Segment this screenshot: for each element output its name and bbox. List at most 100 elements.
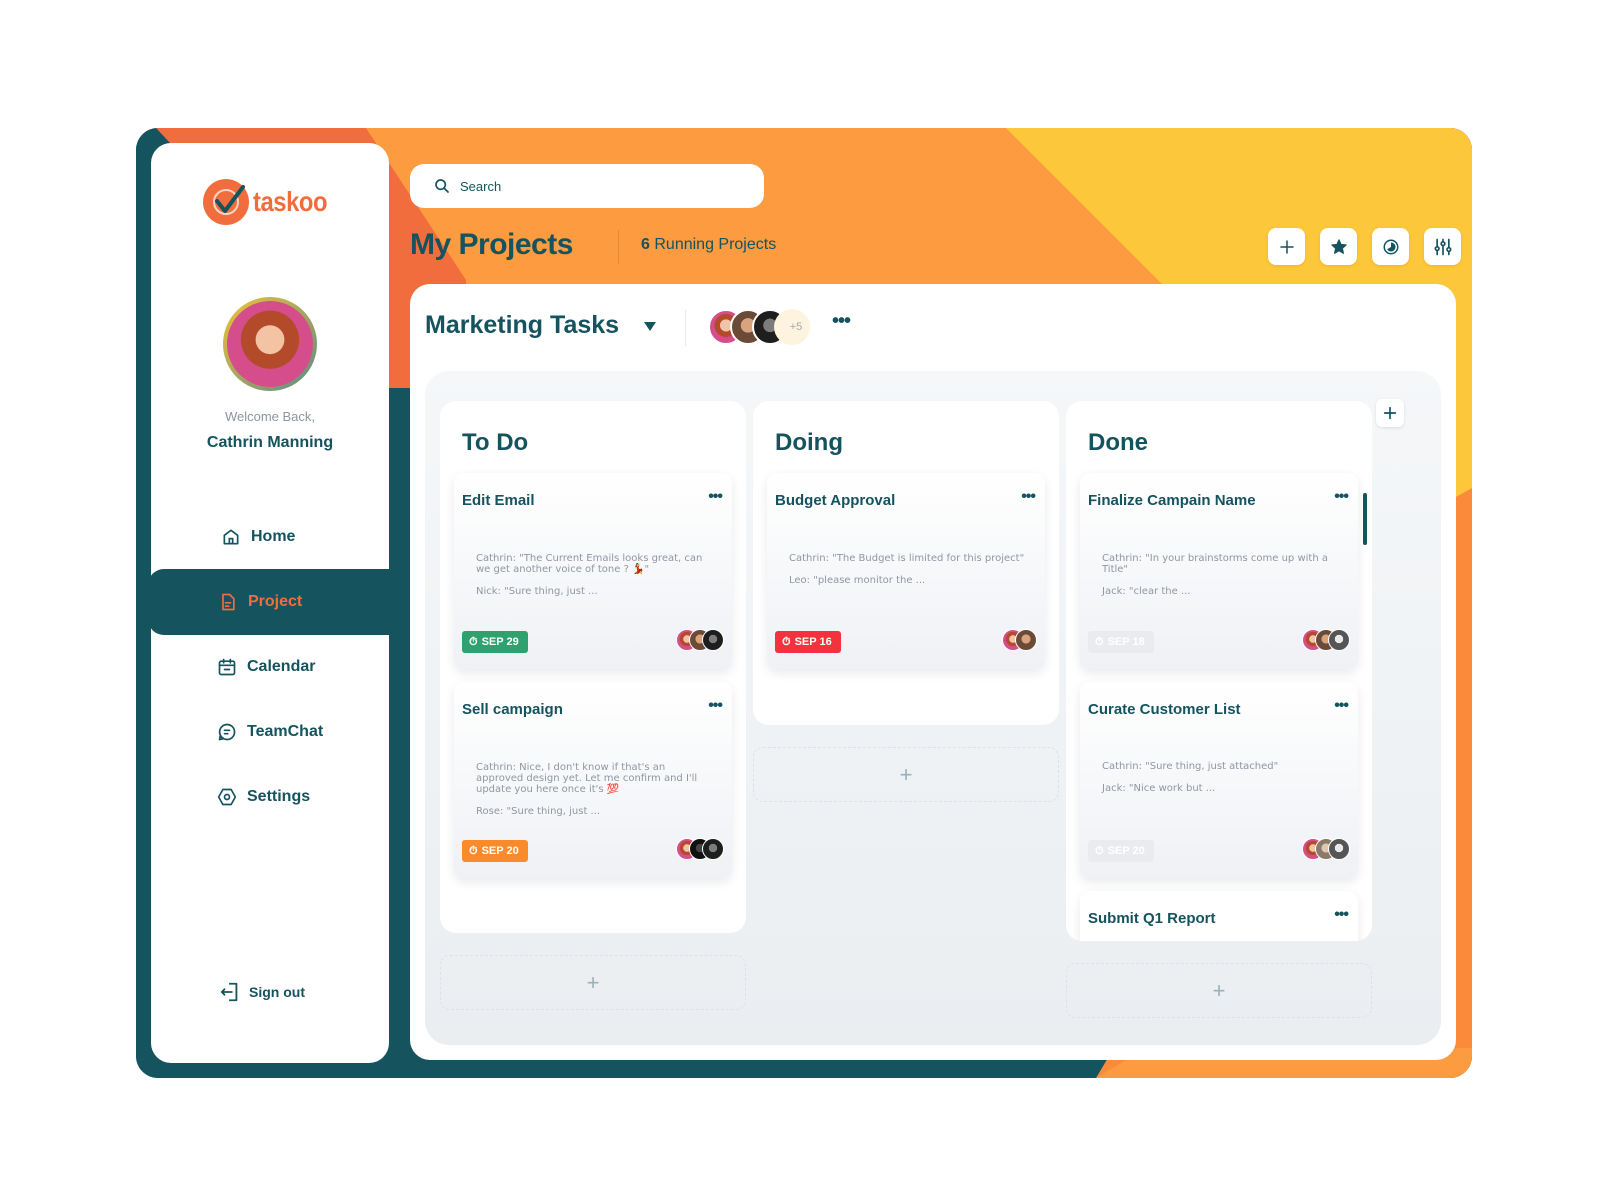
running-count: 6 xyxy=(641,236,650,253)
card-more-button[interactable]: ••• xyxy=(1021,488,1036,506)
document-icon xyxy=(222,593,235,611)
card-messages: Cathrin: Nice, I don't know if that's an… xyxy=(476,762,712,817)
card-more-button[interactable]: ••• xyxy=(1334,488,1349,506)
timer-icon: ⏱ xyxy=(1095,844,1104,857)
card-assignees xyxy=(1002,629,1037,651)
main-panel: Marketing Tasks +5 ••• To Do Edit Email … xyxy=(410,284,1456,1060)
app-logo[interactable]: taskoo xyxy=(203,179,340,225)
welcome-text: Welcome Back, xyxy=(224,409,316,424)
task-card[interactable]: Edit Email ••• Cathrin: "The Current Ema… xyxy=(454,473,732,669)
board-divider xyxy=(685,310,686,346)
calendar-icon xyxy=(218,658,236,676)
column-doing: Doing Budget Approval ••• Cathrin: "The … xyxy=(753,401,1059,725)
column-done: Done Finalize Campain Name ••• Cathrin: … xyxy=(1066,401,1372,941)
title-divider xyxy=(618,230,619,264)
home-icon xyxy=(223,529,239,545)
card-title: Sell campaign xyxy=(462,701,563,718)
card-title: Submit Q1 Report xyxy=(1088,910,1216,927)
assignee-avatar xyxy=(1328,838,1350,860)
card-message: Leo: "please monitor the ... xyxy=(789,575,926,586)
card-message: Cathrin: "The Current Emails looks great… xyxy=(476,553,703,575)
add-card-done-button[interactable]: + xyxy=(1066,963,1372,1018)
add-button[interactable] xyxy=(1268,228,1305,265)
card-message: Nick: "Sure thing, just ... xyxy=(476,586,598,597)
task-card[interactable]: Finalize Campain Name ••• Cathrin: "In y… xyxy=(1080,473,1358,669)
sidebar-item-label: Project xyxy=(248,593,303,610)
sidebar-item-home[interactable]: Home xyxy=(151,504,389,570)
card-title: Finalize Campain Name xyxy=(1088,492,1256,509)
app-name: taskoo xyxy=(253,186,328,217)
board-title: Marketing Tasks xyxy=(425,311,620,339)
board-more-button[interactable]: ••• xyxy=(832,310,851,333)
timer-icon: ⏱ xyxy=(782,635,791,648)
card-messages: Cathrin: "Sure thing, just attached" Jac… xyxy=(1102,761,1338,794)
due-date-badge[interactable]: ⏱ SEP 20 xyxy=(1088,840,1154,862)
chat-icon xyxy=(218,723,236,741)
due-date-badge[interactable]: ⏱ SEP 16 xyxy=(775,631,841,653)
settings-icon xyxy=(217,788,237,806)
card-assignees xyxy=(1302,838,1350,860)
add-card-todo-button[interactable]: + xyxy=(440,955,746,1010)
favorites-button[interactable] xyxy=(1320,228,1357,265)
task-card[interactable]: Budget Approval ••• Cathrin: "The Budget… xyxy=(767,473,1045,669)
column-title: To Do xyxy=(462,429,529,456)
timer-icon: ⏱ xyxy=(469,844,478,857)
card-title: Edit Email xyxy=(462,492,535,509)
due-date-badge[interactable]: ⏱ SEP 29 xyxy=(462,631,528,653)
sidebar-item-calendar[interactable]: Calendar xyxy=(151,634,389,700)
page-title: My Projects xyxy=(410,228,573,261)
members-more-count[interactable]: +5 xyxy=(774,309,810,345)
task-card[interactable]: Submit Q1 Report ••• xyxy=(1080,891,1358,941)
user-avatar[interactable] xyxy=(223,297,317,391)
card-message: Cathrin: "The Budget is limited for this… xyxy=(789,553,1025,564)
column-scrollbar[interactable] xyxy=(1363,493,1367,545)
task-card[interactable]: Sell campaign ••• Cathrin: Nice, I don't… xyxy=(454,682,732,878)
column-title: Done xyxy=(1088,429,1148,456)
card-message: Rose: "Sure thing, just ... xyxy=(476,806,601,817)
add-card-doing-button[interactable]: + xyxy=(753,747,1059,802)
signout-label: Sign out xyxy=(249,984,305,1000)
card-title: Curate Customer List xyxy=(1088,701,1241,718)
theme-button[interactable] xyxy=(1372,228,1409,265)
sidebar-item-settings[interactable]: Settings xyxy=(151,764,389,830)
card-message: Cathrin: "Sure thing, just attached" xyxy=(1102,761,1279,772)
card-messages: Cathrin: "The Current Emails looks great… xyxy=(476,553,712,597)
search-input[interactable] xyxy=(460,178,740,194)
board-dropdown-icon[interactable] xyxy=(644,322,656,331)
card-title: Budget Approval xyxy=(775,492,896,509)
assignee-avatar xyxy=(702,629,724,651)
signout-button[interactable]: Sign out xyxy=(219,981,305,1003)
card-message: Jack: "Nice work but ... xyxy=(1102,783,1216,794)
add-column-button[interactable] xyxy=(1376,399,1404,427)
card-more-button[interactable]: ••• xyxy=(1334,697,1349,715)
card-assignees xyxy=(676,629,724,651)
card-messages: Cathrin: "In your brainstorms come up wi… xyxy=(1102,553,1338,597)
sidebar-item-project[interactable]: Project xyxy=(148,569,389,635)
sidebar-item-label: Home xyxy=(251,528,296,545)
due-date-badge[interactable]: ⏱ SEP 18 xyxy=(1088,631,1154,653)
card-message: Jack: "clear the ... xyxy=(1102,586,1191,597)
assignee-avatar xyxy=(1328,629,1350,651)
column-todo: To Do Edit Email ••• Cathrin: "The Curre… xyxy=(440,401,746,933)
search-bar[interactable] xyxy=(410,164,764,208)
card-more-button[interactable]: ••• xyxy=(1334,906,1349,924)
card-assignees xyxy=(1302,629,1350,651)
task-card[interactable]: Curate Customer List ••• Cathrin: "Sure … xyxy=(1080,682,1358,878)
card-message: Cathrin: "In your brainstorms come up wi… xyxy=(1102,553,1328,575)
card-messages: Cathrin: "The Budget is limited for this… xyxy=(789,553,1025,586)
signout-icon xyxy=(220,982,238,1002)
plus-icon xyxy=(1383,406,1397,420)
card-assignees xyxy=(676,838,724,860)
filter-sliders-icon xyxy=(1433,238,1451,255)
sidebar-item-label: Calendar xyxy=(247,658,316,675)
sidebar-item-label: Settings xyxy=(247,788,311,805)
due-date-badge[interactable]: ⏱ SEP 20 xyxy=(462,840,528,862)
sidebar-item-teamchat[interactable]: TeamChat xyxy=(151,699,389,765)
board-members[interactable]: +5 xyxy=(708,309,810,347)
assignee-avatar xyxy=(702,838,724,860)
card-more-button[interactable]: ••• xyxy=(708,488,723,506)
assignee-avatar xyxy=(1015,629,1037,651)
card-message: Cathrin: Nice, I don't know if that's an… xyxy=(476,762,698,795)
filter-button[interactable] xyxy=(1424,228,1461,265)
card-more-button[interactable]: ••• xyxy=(708,697,723,715)
